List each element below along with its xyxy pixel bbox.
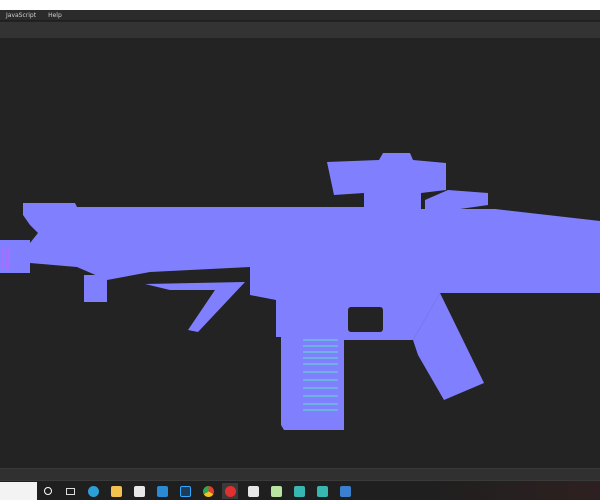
rifle-magazine xyxy=(281,337,344,430)
microsoft-store-icon[interactable] xyxy=(131,483,147,499)
trigger-guard-hole xyxy=(348,307,383,332)
photos-icon[interactable] xyxy=(337,483,353,499)
maya-icon-2[interactable] xyxy=(314,483,330,499)
rifle-body xyxy=(23,203,600,340)
task-view-icon[interactable] xyxy=(62,483,78,499)
taskbar-search-box[interactable] xyxy=(0,482,37,500)
rifle-fore-stub xyxy=(84,275,107,302)
normal-map-rifle xyxy=(0,153,600,430)
cortana-icon[interactable] xyxy=(40,483,56,499)
rifle-rear-sight xyxy=(425,190,488,209)
chrome-icon[interactable] xyxy=(200,483,216,499)
file-explorer-icon[interactable] xyxy=(108,483,124,499)
status-bar xyxy=(0,468,600,481)
mail-icon[interactable] xyxy=(154,483,170,499)
viewport-canvas[interactable] xyxy=(0,38,600,468)
rifle-barrel xyxy=(0,240,30,273)
maya-icon-1[interactable] xyxy=(291,483,307,499)
figure-app-icon[interactable] xyxy=(245,483,261,499)
taskbar xyxy=(0,481,600,500)
rifle-angled-grip xyxy=(145,282,245,332)
photoshop-icon[interactable] xyxy=(177,483,193,499)
substance-painter-icon[interactable] xyxy=(222,483,238,499)
tree-app-icon[interactable] xyxy=(268,483,284,499)
edge-icon[interactable] xyxy=(85,483,101,499)
